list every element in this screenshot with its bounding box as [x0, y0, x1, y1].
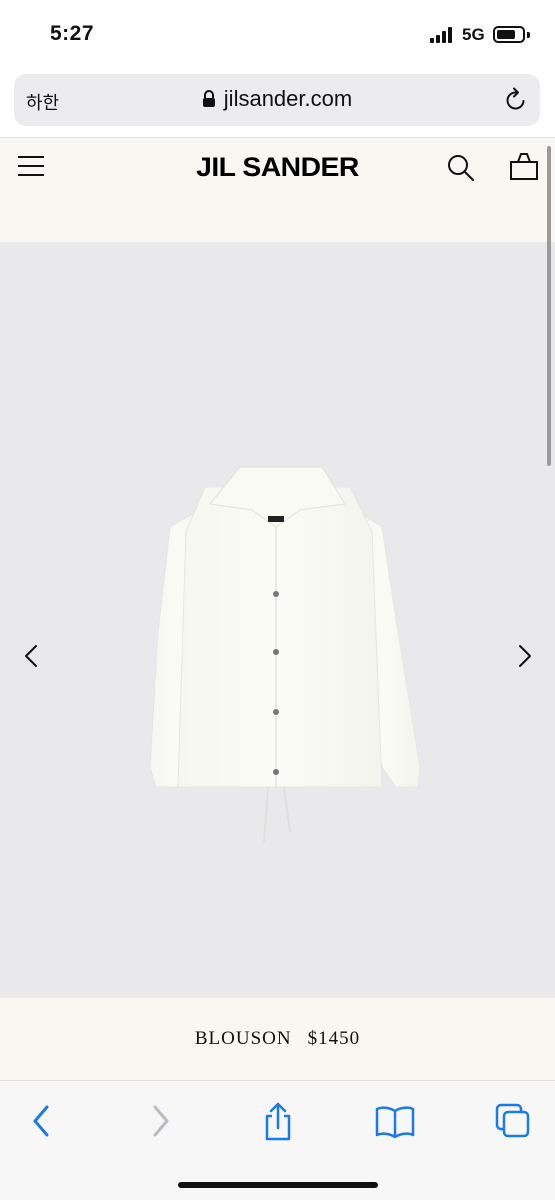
- bag-icon[interactable]: [509, 151, 539, 181]
- scroll-indicator: [547, 146, 551, 466]
- chevron-right-icon[interactable]: [510, 642, 538, 670]
- battery-icon: [493, 26, 525, 43]
- address-bar[interactable]: 하한 jilsander.com: [14, 74, 540, 126]
- product-image[interactable]: [0, 242, 555, 998]
- browser-address-area: 하한 jilsander.com: [0, 70, 555, 138]
- battery-cap: [527, 32, 530, 38]
- status-bar: 5:27 5G: [0, 0, 555, 70]
- search-icon[interactable]: [446, 153, 476, 183]
- status-time: 5:27: [50, 22, 95, 45]
- reload-icon[interactable]: [504, 87, 528, 113]
- product-summary: BLOUSON $1450: [0, 1028, 555, 1050]
- battery-fill: [497, 30, 515, 39]
- tabs-icon[interactable]: [491, 1101, 535, 1141]
- back-icon[interactable]: [20, 1101, 64, 1141]
- blouson-image: [149, 466, 421, 843]
- lock-icon: [202, 90, 215, 107]
- home-indicator[interactable]: [178, 1182, 378, 1188]
- share-icon[interactable]: [256, 1101, 300, 1141]
- bookmarks-icon[interactable]: [373, 1101, 417, 1141]
- forward-icon[interactable]: [138, 1101, 182, 1141]
- network-label: 5G: [462, 25, 485, 44]
- product-info: BLOUSON $1450: [0, 998, 555, 1080]
- url-field[interactable]: jilsander.com: [14, 86, 540, 112]
- signal-icon: [430, 27, 456, 43]
- chevron-left-icon[interactable]: [18, 642, 46, 670]
- product-price: $1450: [307, 1028, 361, 1049]
- product-name: BLOUSON: [194, 1028, 292, 1049]
- site-header: JIL SANDER: [0, 138, 555, 242]
- url-text: jilsander.com: [223, 86, 353, 111]
